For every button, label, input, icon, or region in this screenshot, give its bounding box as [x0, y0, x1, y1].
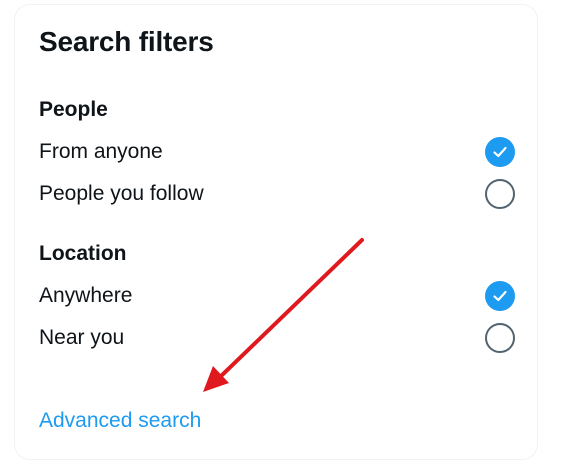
check-icon: [493, 290, 507, 302]
option-label: Near you: [39, 326, 125, 349]
option-from-anyone[interactable]: From anyone: [39, 134, 515, 170]
location-heading: Location: [39, 242, 127, 265]
radio-people-you-follow[interactable]: [485, 179, 515, 209]
option-label: From anyone: [39, 140, 163, 163]
option-label: People you follow: [39, 182, 204, 205]
option-people-you-follow[interactable]: People you follow: [39, 176, 515, 212]
check-icon: [493, 146, 507, 158]
radio-near-you[interactable]: [485, 323, 515, 353]
option-label: Anywhere: [39, 284, 133, 307]
people-heading: People: [39, 98, 108, 121]
option-near-you[interactable]: Near you: [39, 320, 515, 356]
search-filters-card: [14, 4, 538, 460]
search-filters-page: Search filters People From anyone People…: [0, 0, 579, 474]
advanced-search-link[interactable]: Advanced search: [39, 407, 201, 435]
panel-title: Search filters: [39, 26, 214, 57]
option-anywhere[interactable]: Anywhere: [39, 278, 515, 314]
radio-anywhere[interactable]: [485, 281, 515, 311]
radio-from-anyone[interactable]: [485, 137, 515, 167]
